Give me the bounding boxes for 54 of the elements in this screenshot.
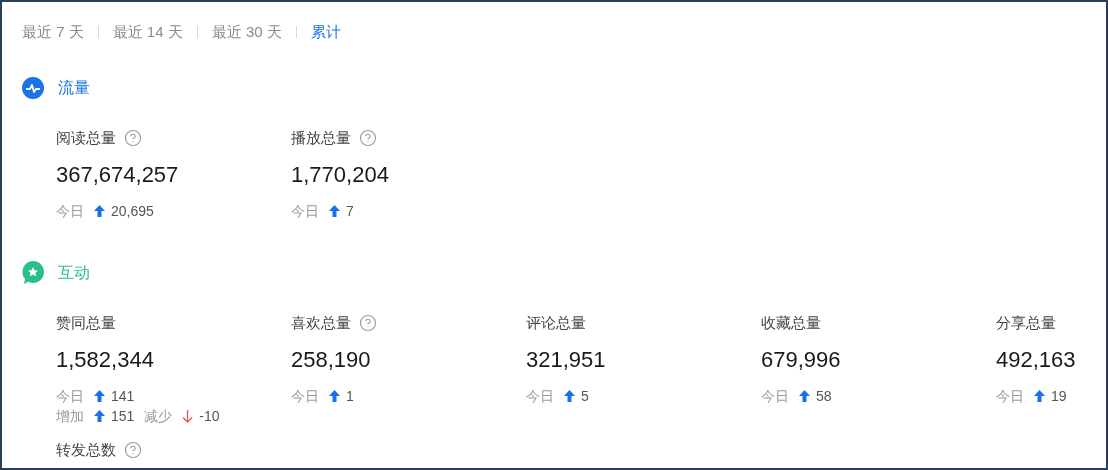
change-label: 今日	[526, 386, 554, 406]
change-label: 今日	[291, 386, 319, 406]
change-label: 今日	[291, 201, 319, 221]
metric-value: 258,190	[291, 347, 372, 373]
help-icon[interactable]	[124, 129, 142, 147]
period-tab[interactable]: 最近 30 天	[211, 22, 282, 42]
section-title: 流量	[58, 78, 90, 98]
up-arrow-icon	[94, 205, 105, 217]
down-arrow-icon	[182, 409, 194, 423]
change-amount: 58	[816, 386, 832, 406]
change-label: 减少	[144, 406, 173, 426]
change-amount: 20,695	[111, 201, 154, 221]
metric-value: 1,770,204	[291, 162, 390, 188]
change-amount: 151	[111, 406, 135, 426]
metric-label: 播放总量	[291, 127, 351, 148]
change-amount: 19	[1051, 386, 1067, 406]
metric-value: 367,674,257	[56, 162, 180, 188]
change-amount: 1	[346, 386, 354, 406]
change-amount: 141	[111, 386, 135, 406]
help-icon[interactable]	[124, 441, 142, 459]
up-arrow-icon	[1034, 390, 1045, 402]
change-amount: 5	[581, 386, 589, 406]
change-amount: 7	[346, 201, 354, 221]
metric-label: 收藏总量	[761, 312, 821, 333]
metric-label: 阅读总量	[56, 127, 116, 148]
metric-label: 分享总量	[996, 312, 1056, 333]
period-tab[interactable]: 累计	[310, 22, 341, 42]
change-label: 今日	[56, 201, 84, 221]
up-arrow-icon	[799, 390, 810, 402]
metric-label: 转发总数	[56, 439, 116, 460]
section-title: 互动	[58, 263, 90, 283]
change-label: 今日	[761, 386, 789, 406]
pulse-icon	[22, 77, 44, 99]
change-label: 今日	[56, 386, 84, 406]
help-icon[interactable]	[359, 129, 377, 147]
up-arrow-icon	[329, 205, 340, 217]
up-arrow-icon	[94, 410, 105, 422]
metric-label: 评论总量	[526, 312, 586, 333]
up-arrow-icon	[564, 390, 575, 402]
change-label: 增加	[56, 406, 84, 426]
change-label: 今日	[996, 386, 1024, 406]
metric-value: 492,163	[996, 347, 1077, 373]
metric-value: 321,951	[526, 347, 607, 373]
star-bubble-icon	[22, 261, 44, 285]
period-tab[interactable]: 最近 14 天	[112, 22, 183, 42]
help-icon[interactable]	[359, 314, 377, 332]
metric-label: 赞同总量	[56, 312, 116, 333]
change-amount: -10	[199, 406, 220, 426]
up-arrow-icon	[329, 390, 340, 402]
up-arrow-icon	[94, 390, 105, 402]
metric-value: 1,582,344	[56, 347, 155, 373]
metric-value: 679,996	[761, 347, 842, 373]
metric-label: 喜欢总量	[291, 312, 351, 333]
period-tab[interactable]: 最近 7 天	[22, 22, 84, 42]
